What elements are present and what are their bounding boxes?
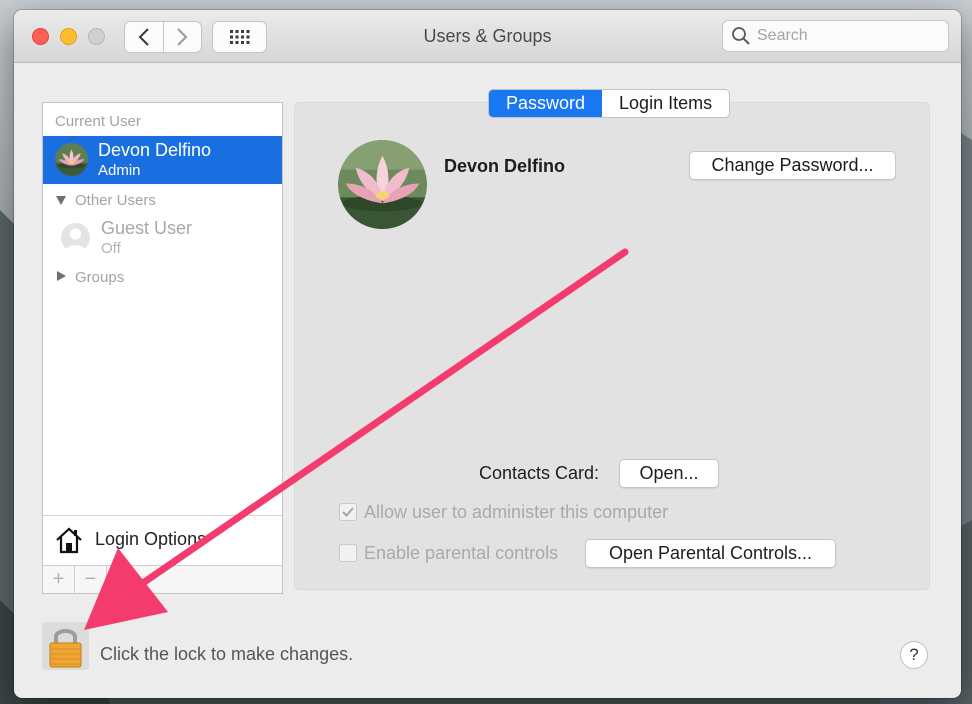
lock-button[interactable] [42, 622, 89, 670]
users-list: Current User Devon Delfino Admin Other U… [42, 102, 283, 594]
parental-controls-label: Enable parental controls [364, 543, 559, 563]
title-bar: Users & Groups [14, 10, 961, 63]
guest-user-name: Guest User [101, 218, 193, 238]
lock-status-text: Click the lock to make changes. [100, 644, 354, 664]
open-contacts-button[interactable]: Open... [619, 459, 719, 488]
search-icon [732, 27, 750, 45]
lotus-icon [55, 143, 88, 176]
current-user-header: Current User [55, 113, 141, 130]
tab-login-items[interactable]: Login Items [602, 90, 729, 117]
groups-header: Groups [75, 269, 125, 286]
profile-name: Devon Delfino [444, 156, 566, 176]
disclosure-triangle-expanded-icon[interactable] [56, 196, 66, 205]
guest-avatar-icon [61, 223, 90, 252]
open-parental-controls-button[interactable]: Open Parental Controls... [585, 539, 836, 568]
guest-user-status: Off [101, 240, 121, 257]
help-button[interactable]: ? [900, 641, 928, 669]
other-users-header: Other Users [75, 192, 156, 209]
search-field[interactable] [722, 20, 949, 52]
contacts-card-label: Contacts Card: [479, 463, 600, 483]
current-user-name: Devon Delfino [98, 140, 212, 160]
checkmark-icon [342, 507, 354, 517]
house-icon [56, 527, 82, 554]
tab-bar: Password Login Items [488, 89, 731, 118]
profile-picture[interactable] [338, 140, 427, 229]
add-user-button[interactable]: + [43, 566, 75, 593]
preferences-window: Users & Groups Current User [14, 10, 961, 698]
change-password-button[interactable]: Change Password... [689, 151, 896, 180]
remove-user-button[interactable]: − [75, 566, 107, 593]
tab-password[interactable]: Password [489, 90, 603, 117]
search-input[interactable] [757, 27, 947, 45]
list-item-current-user[interactable]: Devon Delfino Admin [43, 136, 282, 184]
admin-checkbox-label: Allow user to administer this computer [364, 502, 669, 522]
current-user-role: Admin [98, 162, 141, 179]
admin-checkbox[interactable] [339, 503, 357, 521]
lotus-icon [338, 140, 427, 229]
lock-icon [49, 629, 82, 668]
login-options-label: Login Options [95, 529, 207, 549]
login-options-item[interactable]: Login Options [43, 515, 282, 565]
parental-controls-checkbox[interactable] [339, 544, 357, 562]
list-footer: + − [43, 565, 282, 593]
avatar [55, 143, 88, 176]
disclosure-triangle-collapsed-icon[interactable] [57, 271, 66, 281]
